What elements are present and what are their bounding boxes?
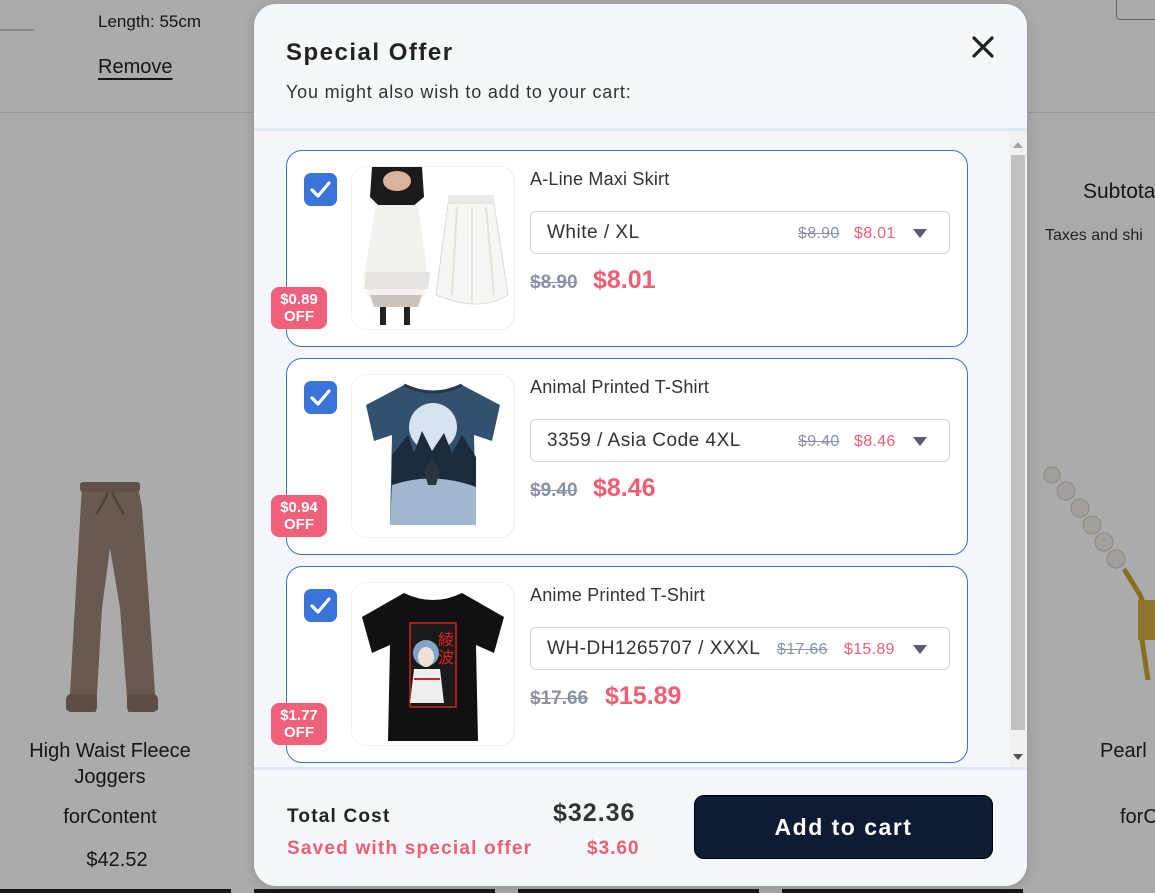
total-cost-value: $32.36 [553,799,636,827]
variant-old-price: $8.90 [798,225,840,242]
caret-down-icon [912,227,928,239]
offer-item[interactable]: $0.94 OFF Animal Printed T-Shirt 3359 / … [271,358,968,555]
variant-select[interactable]: White / XL $8.90 $8.01 [530,211,950,254]
svg-text:綾: 綾 [438,630,454,649]
discount-badge: $0.94 OFF [271,495,327,537]
offer-item[interactable]: $0.89 OFF A-Line Maxi Skirt White / XL $… [271,150,968,347]
discount-badge: $1.77 OFF [271,703,327,745]
variant-select[interactable]: WH-DH1265707 / XXXL $17.66 $15.89 [530,627,950,670]
anime-tshirt-image[interactable]: 綾 波 [352,583,514,745]
item-new-price: $15.89 [605,682,682,710]
svg-text:波: 波 [438,648,454,667]
caret-down-icon [912,643,928,655]
item-name: Animal Printed T-Shirt [530,377,710,397]
offer-item[interactable]: 綾 波 $1.77 OFF Anime Printed T-Shirt WH-D… [271,566,968,763]
variant-label: White / XL [547,222,640,243]
item-name: A-Line Maxi Skirt [530,169,670,189]
offer-list[interactable]: $0.89 OFF A-Line Maxi Skirt White / XL $… [254,131,1027,767]
item-old-price: $17.66 [530,688,589,709]
discount-badge: $0.89 OFF [271,287,327,329]
modal-title: Special Offer [286,39,454,66]
variant-new-price: $8.46 [854,433,896,450]
variant-select[interactable]: 3359 / Asia Code 4XL $9.40 $8.46 [530,419,950,462]
item-new-price: $8.01 [593,266,656,294]
scrollbar-thumb[interactable] [1011,155,1025,730]
saved-label: Saved with special offer [287,838,533,859]
item-checkbox[interactable] [304,381,337,414]
modal-subtitle: You might also wish to add to your cart: [286,82,632,102]
caret-down-icon [912,435,928,447]
skirt-image[interactable] [352,167,514,329]
item-new-price: $8.46 [593,474,656,502]
offer-list-scrollbar[interactable] [1009,131,1027,767]
variant-new-price: $15.89 [844,641,895,658]
variant-label: WH-DH1265707 / XXXL [547,638,761,659]
item-checkbox[interactable] [304,589,337,622]
add-to-cart-button[interactable]: Add to cart [694,795,993,859]
item-old-price: $8.90 [530,272,578,293]
item-old-price: $9.40 [530,480,578,501]
variant-label: 3359 / Asia Code 4XL [547,430,741,451]
scroll-down-arrow-icon[interactable] [1013,753,1023,761]
item-name: Anime Printed T-Shirt [530,585,705,605]
close-icon[interactable] [970,34,996,60]
total-cost-label: Total Cost [287,806,391,827]
variant-new-price: $8.01 [854,225,896,242]
item-checkbox[interactable] [304,173,337,206]
modal-footer: Total Cost $32.36 Saved with special off… [254,767,1027,886]
special-offer-modal: Special Offer You might also wish to add… [254,4,1027,886]
wolf-tshirt-image[interactable] [352,375,514,537]
scroll-up-arrow-icon[interactable] [1013,141,1023,149]
variant-old-price: $17.66 [777,641,828,658]
modal-header: Special Offer You might also wish to add… [254,4,1027,131]
variant-old-price: $9.40 [798,433,840,450]
saved-value: $3.60 [587,838,640,859]
